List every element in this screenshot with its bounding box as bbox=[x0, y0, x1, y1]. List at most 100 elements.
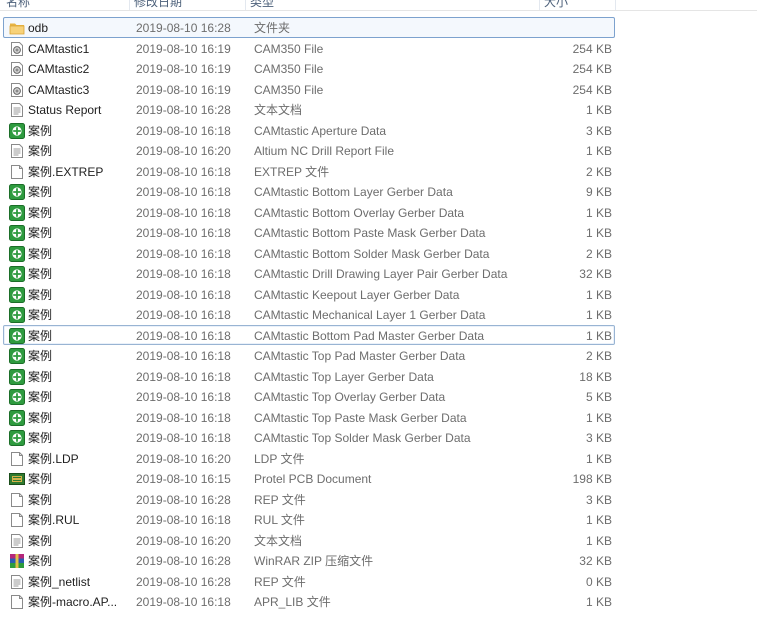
file-modified-date: 2019-08-10 16:18 bbox=[136, 410, 231, 425]
file-name: 案例 bbox=[28, 472, 53, 486]
file-row[interactable]: odb 2019-08-10 16:28 文件夹 bbox=[3, 17, 615, 38]
gerber-file-icon bbox=[9, 389, 25, 405]
file-size: 198 KB bbox=[572, 472, 612, 486]
column-date-header[interactable]: 修改日期 bbox=[130, 0, 246, 10]
file-row[interactable]: 案例 2019-08-10 16:18 CAMtastic Aperture Dat… bbox=[3, 120, 615, 141]
file-modified-date: 2019-08-10 16:18 bbox=[136, 246, 231, 261]
blank-file-icon bbox=[9, 164, 25, 180]
file-name: 案例 bbox=[28, 431, 53, 445]
file-row[interactable]: 案例 2019-08-10 16:20 Altium NC Drill Report… bbox=[3, 140, 615, 161]
file-name: 案例.EXTREP bbox=[28, 164, 104, 179]
file-row[interactable]: 案例 2019-08-10 16:18 CAMtastic Top Layer Ge… bbox=[3, 366, 615, 387]
file-type: CAMtastic Bottom Pad Master Gerber Data bbox=[254, 328, 485, 343]
file-type: CAMtastic Drill Drawing Layer Pair Gerbe… bbox=[254, 267, 508, 281]
file-row[interactable]: 案例 2019-08-10 16:18 CAMtastic Keepout Laye… bbox=[3, 284, 615, 305]
file-type: CAMtastic Mechanical Layer 1 Gerber Data bbox=[254, 308, 486, 322]
file-type: CAMtastic Keepout Layer Gerber Data bbox=[254, 287, 460, 302]
file-type: REP 文件 bbox=[254, 492, 306, 507]
file-row[interactable]: CAMtastic2 2019-08-10 16:19 CAM350 File 254… bbox=[3, 58, 615, 79]
file-row[interactable]: 案例 2019-08-10 16:18 CAMtastic Bottom Paste… bbox=[3, 222, 615, 243]
file-size: 32 KB bbox=[579, 267, 612, 281]
file-modified-date: 2019-08-10 16:28 bbox=[136, 492, 231, 507]
file-size: 2 KB bbox=[585, 349, 612, 363]
file-modified-date: 2019-08-10 16:28 bbox=[136, 21, 231, 35]
winrar-zip-icon bbox=[9, 553, 25, 569]
file-size: 254 KB bbox=[572, 82, 612, 97]
file-size: 0 KB bbox=[585, 574, 612, 589]
file-size: 254 KB bbox=[572, 41, 612, 56]
file-size: 1 KB bbox=[585, 308, 612, 322]
file-row[interactable]: 案例 2019-08-10 16:18 CAMtastic Top Solder M… bbox=[3, 427, 615, 448]
file-row[interactable]: 案例 2019-08-10 16:18 CAMtastic Bottom Overl… bbox=[3, 202, 615, 223]
file-name: 案例 bbox=[28, 533, 53, 548]
file-row[interactable]: 案例 2019-08-10 16:18 CAMtastic Mechanical L… bbox=[3, 304, 615, 325]
file-name: 案例 bbox=[28, 144, 53, 158]
file-size: 1 KB bbox=[585, 595, 612, 609]
file-row[interactable]: CAMtastic1 2019-08-10 16:19 CAM350 File 254… bbox=[3, 38, 615, 59]
file-type: CAMtastic Bottom Paste Mask Gerber Data bbox=[254, 226, 486, 240]
file-type: EXTREP 文件 bbox=[254, 164, 330, 179]
file-name: CAMtastic3 bbox=[28, 82, 90, 97]
text-file-icon bbox=[9, 574, 25, 590]
file-row[interactable]: 案例 2019-08-10 16:18 CAMtastic Top Paste Ma… bbox=[3, 407, 615, 428]
file-name: 案例-macro.AP... bbox=[28, 595, 118, 609]
text-file-icon bbox=[9, 533, 25, 549]
file-modified-date: 2019-08-10 16:18 bbox=[136, 123, 231, 138]
file-type: LDP 文件 bbox=[254, 451, 305, 466]
column-type-header[interactable]: 类型 bbox=[246, 0, 540, 10]
file-name: 案例 bbox=[28, 226, 53, 240]
column-size-header[interactable]: 大小 bbox=[540, 0, 616, 10]
file-type: CAMtastic Bottom Overlay Gerber Data bbox=[254, 205, 465, 220]
file-row[interactable]: 案例 2019-08-10 16:18 CAMtastic Top Overlay … bbox=[3, 386, 615, 407]
gerber-file-icon bbox=[9, 327, 25, 344]
file-row[interactable]: Status Report 2019-08-10 16:28 文本文档 1 KB bbox=[3, 99, 615, 120]
file-row[interactable]: 案例 2019-08-10 16:28 REP 文件 3 KB bbox=[3, 489, 615, 510]
file-type: APR_LIB 文件 bbox=[254, 595, 331, 609]
file-row[interactable]: 案例 2019-08-10 16:15 Protel PCB Document 198… bbox=[3, 468, 615, 489]
file-modified-date: 2019-08-10 16:18 bbox=[136, 185, 231, 199]
column-name-header[interactable]: 名称 bbox=[2, 0, 130, 10]
file-modified-date: 2019-08-10 16:18 bbox=[136, 595, 231, 609]
file-name: 案例 bbox=[28, 410, 53, 425]
gerber-file-icon bbox=[9, 204, 25, 221]
file-type: CAMtastic Top Paste Mask Gerber Data bbox=[254, 410, 467, 425]
file-size: 3 KB bbox=[585, 431, 612, 445]
file-row[interactable]: 案例.EXTREP 2019-08-10 16:18 EXTREP 文件 2 KB bbox=[3, 161, 615, 182]
file-row[interactable]: 案例 2019-08-10 16:20 文本文档 1 KB bbox=[3, 530, 615, 551]
file-size: 18 KB bbox=[579, 369, 612, 384]
gerber-file-icon bbox=[9, 368, 25, 385]
file-name: 案例 bbox=[28, 185, 53, 199]
file-name: 案例_netlist bbox=[28, 574, 91, 589]
file-name: 案例 bbox=[28, 328, 53, 343]
text-file-icon bbox=[9, 143, 25, 159]
blank-file-icon bbox=[9, 594, 25, 610]
file-row[interactable]: 案例 2019-08-10 16:18 CAMtastic Bottom Solde… bbox=[3, 243, 615, 264]
file-name: odb bbox=[28, 21, 49, 35]
file-row[interactable]: 案例_netlist 2019-08-10 16:28 REP 文件 0 KB bbox=[3, 571, 615, 592]
file-row[interactable]: 案例.LDP 2019-08-10 16:20 LDP 文件 1 KB bbox=[3, 448, 615, 469]
file-name: Status Report bbox=[28, 103, 102, 117]
file-row[interactable]: 案例 2019-08-10 16:18 CAMtastic Bottom Layer… bbox=[3, 181, 615, 202]
file-row[interactable]: 案例 2019-08-10 16:28 WinRAR ZIP 压缩文件 32 KB bbox=[3, 550, 615, 571]
file-row[interactable]: 案例.RUL 2019-08-10 16:18 RUL 文件 1 KB bbox=[3, 509, 615, 530]
file-size: 1 KB bbox=[585, 513, 612, 527]
file-modified-date: 2019-08-10 16:18 bbox=[136, 328, 231, 343]
file-type: CAMtastic Top Overlay Gerber Data bbox=[254, 390, 446, 404]
file-name: 案例 bbox=[28, 205, 53, 220]
file-size: 32 KB bbox=[579, 554, 612, 568]
file-row[interactable]: CAMtastic3 2019-08-10 16:19 CAM350 File 254… bbox=[3, 79, 615, 100]
file-type: 文件夹 bbox=[254, 21, 291, 35]
file-row[interactable]: 案例-macro.AP... 2019-08-10 16:18 APR_LIB 文件… bbox=[3, 591, 615, 612]
file-type: CAMtastic Bottom Solder Mask Gerber Data bbox=[254, 246, 490, 261]
file-name: 案例 bbox=[28, 554, 53, 568]
file-row[interactable]: 案例 2019-08-10 16:18 CAMtastic Drill Drawin… bbox=[3, 263, 615, 284]
file-modified-date: 2019-08-10 16:28 bbox=[136, 554, 231, 568]
file-row[interactable]: 案例 2019-08-10 16:18 CAMtastic Top Pad Mast… bbox=[3, 345, 615, 366]
file-size: 2 KB bbox=[585, 164, 612, 179]
file-type: Protel PCB Document bbox=[254, 472, 372, 486]
file-type: CAM350 File bbox=[254, 62, 324, 76]
file-size: 1 KB bbox=[585, 410, 612, 425]
file-row[interactable]: 案例 2019-08-10 16:18 CAMtastic Bottom Pad M… bbox=[3, 324, 615, 345]
file-modified-date: 2019-08-10 16:18 bbox=[136, 431, 231, 445]
file-modified-date: 2019-08-10 16:18 bbox=[136, 267, 231, 281]
